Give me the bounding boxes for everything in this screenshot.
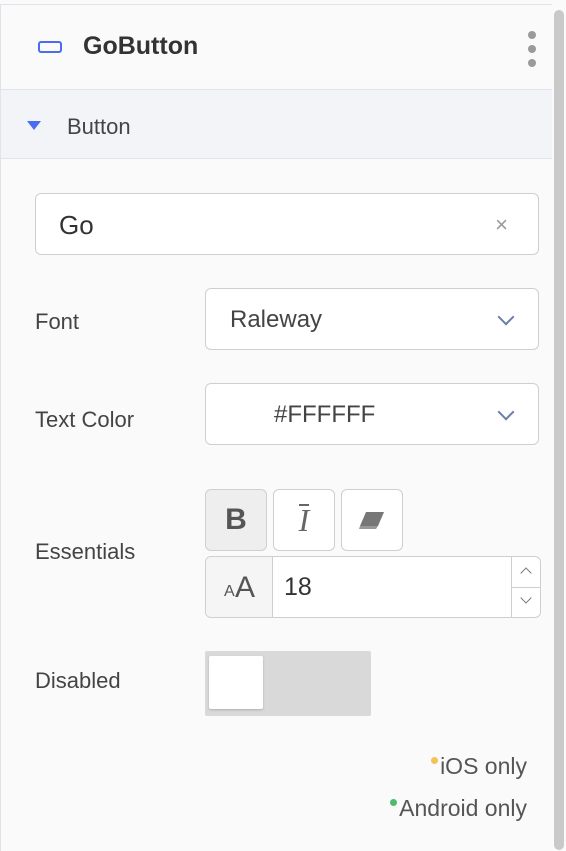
eraser-icon <box>359 512 384 529</box>
kebab-menu-icon[interactable] <box>525 31 539 67</box>
android-dot-icon <box>390 799 398 806</box>
button-text-value: Go <box>59 210 94 240</box>
stepper-down-icon[interactable] <box>512 587 540 617</box>
section-header-button[interactable]: Button <box>1 90 553 159</box>
font-value: Raleway <box>230 306 323 333</box>
clear-icon[interactable]: × <box>495 212 508 238</box>
clear-format-button[interactable] <box>341 489 403 551</box>
text-color-value: #FFFFFF <box>274 401 376 428</box>
italic-button[interactable]: I <box>273 489 335 551</box>
ios-dot-icon <box>431 757 439 764</box>
font-size-stepper[interactable] <box>511 557 540 617</box>
caret-down-icon <box>27 121 41 130</box>
ios-only-label: iOS only <box>440 753 527 779</box>
italic-icon: I <box>298 501 310 538</box>
android-only-legend: Android only <box>390 795 527 822</box>
section-label: Button <box>67 114 131 139</box>
disabled-toggle[interactable] <box>205 651 371 716</box>
essentials-label: Essentials <box>35 539 136 564</box>
scrollbar-thumb[interactable] <box>554 10 564 850</box>
panel-header: GoButton <box>1 5 553 90</box>
ios-only-legend: iOS only <box>431 753 527 780</box>
font-label: Font <box>35 309 80 334</box>
font-size-value: 18 <box>284 573 312 601</box>
stepper-up-icon[interactable] <box>512 557 540 588</box>
text-color-select[interactable]: #FFFFFF <box>205 383 539 445</box>
button-component-icon <box>38 41 62 53</box>
toggle-knob[interactable] <box>209 656 263 709</box>
component-title: GoButton <box>83 32 199 60</box>
chevron-down-icon <box>497 403 515 421</box>
disabled-label: Disabled <box>35 668 121 693</box>
android-only-label: Android only <box>399 795 527 821</box>
bold-icon: B <box>225 503 247 536</box>
chevron-down-icon <box>497 308 515 326</box>
bold-button[interactable]: B <box>205 489 267 551</box>
font-select[interactable]: Raleway <box>205 288 539 350</box>
font-size-icon: AA <box>206 557 273 617</box>
properties-panel: GoButton Button Go × Font Raleway Text C… <box>0 4 553 851</box>
font-size-input[interactable]: AA 18 <box>205 556 541 618</box>
text-color-label: Text Color <box>35 407 135 432</box>
button-text-input[interactable]: Go × <box>35 193 539 255</box>
